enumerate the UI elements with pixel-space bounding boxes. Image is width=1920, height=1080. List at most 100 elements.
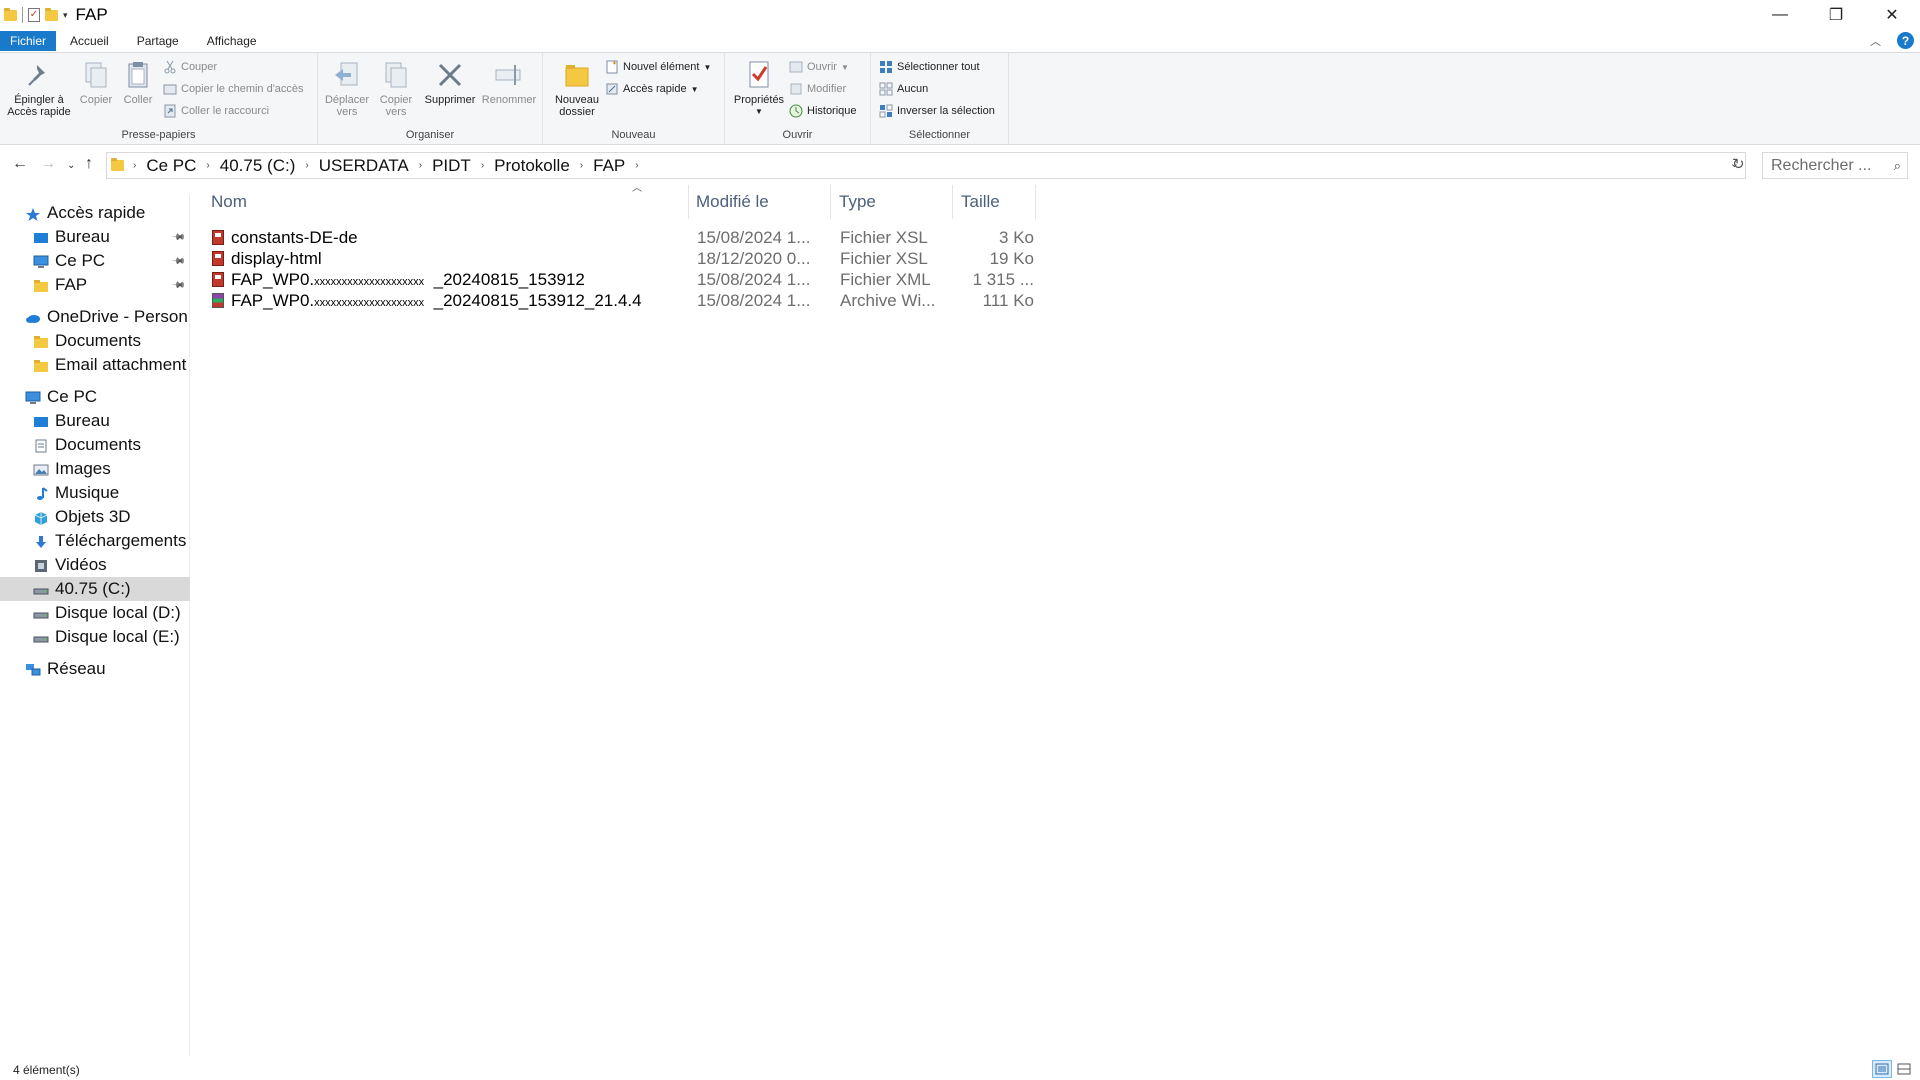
copy-button[interactable]: Copier [76,59,116,106]
nav-item-images[interactable]: Images [0,457,190,481]
file-name: display-html [231,249,322,269]
refresh-icon[interactable]: ↻ [1732,155,1745,173]
nav-item-bureau[interactable]: Bureau [0,409,190,433]
cut-button[interactable]: Couper [163,59,217,75]
new-folder-qat-icon[interactable] [45,7,58,21]
file-row[interactable]: display-html 18/12/2020 0... Fichier XSL 19… [192,248,1034,269]
search-input[interactable]: Rechercher ... ⌕ [1762,152,1908,179]
column-header-type[interactable]: Type [831,185,953,219]
breadcrumb-fap[interactable]: FAP [586,156,632,176]
up-arrow-icon[interactable]: ↑ [85,155,93,173]
column-header-size[interactable]: Taille [953,185,1036,219]
paste-button[interactable]: Coller [118,59,158,106]
nav-item-ce-pc[interactable]: Ce PC 📌 [0,249,190,273]
maximize-button[interactable]: ❐ [1808,0,1864,30]
organize-group-label: Organiser [405,129,455,141]
nav-item-fap[interactable]: FAP 📌 [0,273,190,297]
column-header-name[interactable]: Nom [192,185,689,219]
file-name-text: constants-DE-de [231,228,358,247]
minimize-button[interactable]: — [1752,0,1808,30]
details-view-icon[interactable] [1872,1060,1892,1078]
nav-item-bureau[interactable]: Bureau 📌 [0,225,190,249]
drive-icon [33,630,49,644]
copy-to-button[interactable]: Copier vers [374,59,418,118]
new-folder-button[interactable]: Nouveau dossier [550,59,604,118]
rename-button[interactable]: Renommer [480,59,538,106]
nav-item-t-l-chargements[interactable]: Téléchargements [0,529,190,553]
history-icon [789,104,803,118]
address-bar[interactable]: › Ce PC › 40.75 (C:) › USERDATA › PIDT ›… [106,152,1746,179]
tab-partage[interactable]: Partage [123,30,193,52]
nav-item-documents[interactable]: Documents [0,433,190,457]
minimize-ribbon-icon[interactable]: ︿ [1870,33,1881,49]
back-arrow-icon[interactable]: ← [12,155,28,173]
open-icon [789,60,803,74]
nav-item-objets-3d[interactable]: Objets 3D [0,505,190,529]
nav-item-onedrive-person[interactable]: OneDrive - Person [0,305,190,329]
file-type: Archive Wi... [840,291,936,310]
file-row[interactable]: constants-DE-de 15/08/2024 1... Fichier XS… [192,227,1034,248]
rename-icon [493,59,525,91]
tab-accueil[interactable]: Accueil [56,30,123,52]
customize-qat-icon[interactable]: ▾ [63,10,68,21]
scissors-icon [163,60,177,74]
chevron-right-icon[interactable]: › [478,160,487,171]
nav-item-disque-local-d[interactable]: Disque local (D:) [0,601,190,625]
invert-selection-button[interactable]: Inverser la sélection [879,103,995,119]
chevron-right-icon[interactable]: › [577,160,586,171]
nav-item-vid-os[interactable]: Vidéos [0,553,190,577]
search-placeholder: Rechercher ... [1771,157,1872,174]
paste-shortcut-button[interactable]: Coller le raccourci [163,103,269,119]
chevron-right-icon[interactable]: › [632,160,641,171]
breadcrumb-userdata[interactable]: USERDATA [312,156,416,176]
nav-item-documents[interactable]: Documents [0,329,190,353]
properties-button[interactable]: Propriétés ▼ [729,59,789,118]
copy-path-button[interactable]: Copier le chemin d'accès [163,81,304,97]
nav-item-label: 40.75 (C:) [55,579,131,598]
file-name-text: display-html [231,249,322,268]
chevron-right-icon[interactable]: › [130,160,139,171]
select-none-button[interactable]: Aucun [879,81,928,97]
nav-item-r-seau[interactable]: Réseau [0,657,190,681]
pin-icon: 📌 [171,229,187,245]
new-item-button[interactable]: Nouvel élément ▼ [605,59,711,75]
breadcrumb-pidt[interactable]: PIDT [425,156,478,176]
quick-access-new-button[interactable]: Accès rapide ▼ [605,81,699,97]
tab-affichage[interactable]: Affichage [193,30,271,52]
nav-item-acc-s-rapide[interactable]: Accès rapide [0,201,190,225]
file-row[interactable]: FAP_WP0.xxxxxxxxxxxxxxxxxxxx _20240815_1… [192,269,1034,290]
nav-item-ce-pc[interactable]: Ce PC [0,385,190,409]
tab-fichier[interactable]: Fichier [0,31,57,51]
close-button[interactable]: ✕ [1864,0,1920,30]
column-header-modified[interactable]: Modifié le [689,185,831,219]
breadcrumb-protokolle[interactable]: Protokolle [487,156,577,176]
properties-qat-icon[interactable]: ✓ [28,8,40,22]
history-button[interactable]: Historique [789,103,857,119]
nav-item-musique[interactable]: Musique [0,481,190,505]
pin-quick-access-button[interactable]: Épingler à Accès rapide [6,59,72,118]
copy-label: Copier [79,94,113,106]
navigation-row: ← → ⌄ ↑ › Ce PC › 40.75 (C:) › USERDATA … [0,151,1920,181]
delete-button[interactable]: Supprimer [422,59,478,106]
chevron-right-icon[interactable]: › [203,160,212,171]
select-all-button[interactable]: Sélectionner tout [879,59,980,75]
nav-item-email-attachment[interactable]: Email attachment [0,353,190,377]
file-row[interactable]: FAP_WP0.xxxxxxxxxxxxxxxxxxxx _20240815_1… [192,290,1034,311]
large-icons-view-icon[interactable] [1894,1060,1914,1078]
new-item-icon [605,60,619,74]
help-icon[interactable]: ? [1897,32,1914,49]
move-to-button[interactable]: Déplacer vers [322,59,372,118]
cut-label: Couper [181,61,218,73]
nav-item-disque-local-e[interactable]: Disque local (E:) [0,625,190,649]
breadcrumb-ce-pc[interactable]: Ce PC [139,156,203,176]
edit-button[interactable]: Modifier [789,81,846,97]
chevron-right-icon[interactable]: › [302,160,311,171]
nav-item-40-75-c[interactable]: 40.75 (C:) [0,577,190,601]
recent-locations-chevron-icon[interactable]: ⌄ [67,160,75,171]
file-size: 1 315 ... [972,270,1034,289]
nav-item-label: Réseau [47,659,106,678]
chevron-right-icon[interactable]: › [416,160,425,171]
open-button[interactable]: Ouvrir ▼ [789,59,849,75]
forward-arrow-icon[interactable]: → [40,155,56,173]
breadcrumb-drive-c[interactable]: 40.75 (C:) [213,156,303,176]
